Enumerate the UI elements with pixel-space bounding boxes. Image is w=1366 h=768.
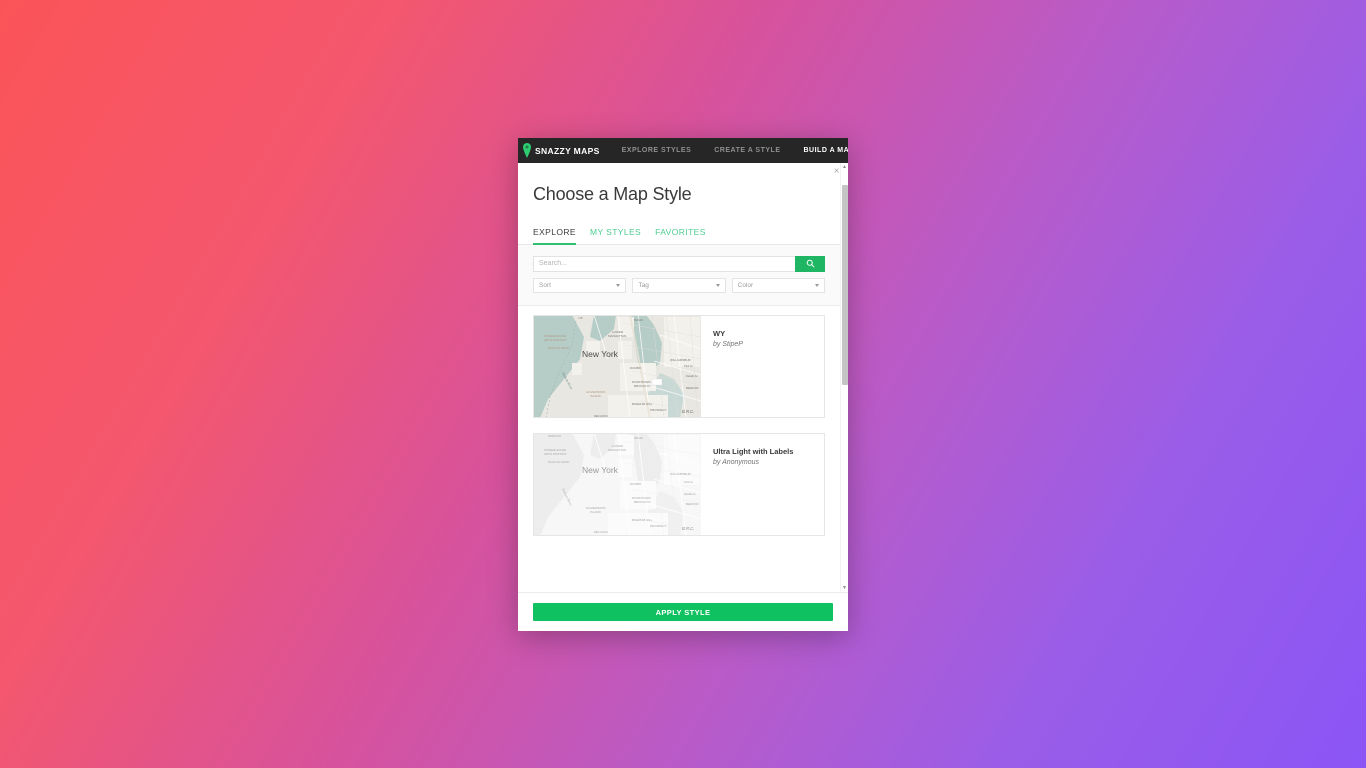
chevron-down-icon bbox=[715, 283, 720, 287]
style-thumbnail: NOHO LOWER MANHATTAN POWERHOUSE ARTS DIS… bbox=[534, 315, 701, 417]
svg-text:DUMBO: DUMBO bbox=[630, 366, 642, 370]
svg-text:PAULUS HOOK: PAULUS HOOK bbox=[548, 346, 569, 350]
svg-text:Park Av: Park Av bbox=[684, 480, 694, 484]
style-thumbnail: NOHO LOWER MANHATTAN POWERHOUSE ARTS DIS… bbox=[534, 433, 701, 535]
color-select[interactable]: Color bbox=[731, 277, 825, 293]
svg-text:Dekalb Av: Dekalb Av bbox=[684, 492, 696, 496]
map-pin-icon bbox=[523, 143, 531, 158]
svg-text:NEWPORT: NEWPORT bbox=[548, 434, 562, 438]
modal-scrollbar[interactable]: ▲ ▼ bbox=[840, 163, 848, 592]
svg-text:Dekalb Av: Dekalb Av bbox=[686, 374, 698, 378]
modal-footer: APPLY STYLE bbox=[518, 591, 848, 631]
svg-text:RED HOOK: RED HOOK bbox=[594, 530, 608, 534]
search-icon bbox=[806, 259, 815, 268]
map-style-modal: SNAZZY MAPS EXPLORE STYLES CREATE A STYL… bbox=[518, 138, 848, 631]
style-author: by StipeP bbox=[713, 340, 743, 348]
svg-text:BROOKLYN: BROOKLYN bbox=[634, 384, 650, 388]
brand-logo[interactable]: SNAZZY MAPS bbox=[523, 143, 600, 158]
nav-build-a-map-label: BUILD A MAP bbox=[803, 147, 849, 154]
svg-text:ISLAND: ISLAND bbox=[590, 394, 602, 398]
sort-select[interactable]: Sort bbox=[533, 277, 627, 293]
color-select-label: Color bbox=[737, 281, 754, 289]
svg-text:BOERUM HILL: BOERUM HILL bbox=[632, 518, 653, 522]
modal-scroll-region: Choose a Map Style × EXPLORE MY STYLES F… bbox=[518, 163, 848, 592]
nav-create-a-style[interactable]: CREATE A STYLE bbox=[714, 147, 780, 154]
style-card[interactable]: NOHO LOWER MANHATTAN POWERHOUSE ARTS DIS… bbox=[533, 432, 825, 536]
page-title: Choose a Map Style bbox=[533, 184, 692, 204]
site-navbar: SNAZZY MAPS EXPLORE STYLES CREATE A STYL… bbox=[518, 138, 848, 163]
svg-text:ARTS DISTRICT: ARTS DISTRICT bbox=[544, 338, 567, 342]
tab-favorites[interactable]: FAVORITES bbox=[655, 227, 706, 244]
svg-text:ARTS DISTRICT: ARTS DISTRICT bbox=[544, 452, 567, 456]
style-card-info: Ultra Light with Labels by Anonymous bbox=[701, 434, 824, 535]
sort-select-label: Sort bbox=[539, 281, 551, 289]
svg-text:New York: New York bbox=[582, 349, 619, 359]
scrollbar-thumb[interactable] bbox=[842, 185, 848, 385]
tag-select-label: Tag bbox=[638, 281, 649, 289]
search-input[interactable] bbox=[533, 255, 795, 272]
svg-text:WILLIAMSBUR: WILLIAMSBUR bbox=[670, 358, 692, 362]
nav-explore-styles[interactable]: EXPLORE STYLES bbox=[622, 147, 692, 154]
svg-text:PAULUS HOOK: PAULUS HOOK bbox=[548, 460, 569, 464]
apply-style-button[interactable]: APPLY STYLE bbox=[533, 603, 833, 621]
tab-explore[interactable]: EXPLORE bbox=[533, 227, 576, 245]
modal-header: Choose a Map Style × bbox=[518, 163, 840, 205]
chevron-down-icon bbox=[814, 283, 819, 287]
svg-text:RED HOOK: RED HOOK bbox=[594, 414, 608, 417]
svg-text:WILLIAMSBUR: WILLIAMSBUR bbox=[670, 472, 692, 476]
style-title: Ultra Light with Labels bbox=[713, 446, 794, 456]
svg-text:BOERUM HILL: BOERUM HILL bbox=[632, 402, 653, 406]
svg-text:ISLAND: ISLAND bbox=[590, 510, 602, 514]
modal-tabs: EXPLORE MY STYLES FAVORITES bbox=[518, 227, 840, 245]
svg-text:DUMBO: DUMBO bbox=[630, 482, 642, 486]
scroll-up-icon[interactable]: ▲ bbox=[841, 163, 848, 171]
chevron-down-icon bbox=[616, 283, 621, 287]
style-card-info: WY by StipeP bbox=[701, 316, 824, 417]
tag-select[interactable]: Tag bbox=[632, 277, 726, 293]
brand-name: SNAZZY MAPS bbox=[535, 145, 600, 156]
svg-text:NOHO: NOHO bbox=[634, 436, 644, 440]
svg-text:PROSPECT: PROSPECT bbox=[650, 408, 667, 412]
svg-text:I-78: I-78 bbox=[578, 316, 583, 320]
style-results-list: NOHO LOWER MANHATTAN POWERHOUSE ARTS DIS… bbox=[518, 306, 840, 592]
svg-text:MANHATTAN: MANHATTAN bbox=[608, 334, 626, 338]
search-button[interactable] bbox=[795, 255, 825, 272]
scroll-down-icon[interactable]: ▼ bbox=[841, 584, 848, 592]
svg-text:B.R.C.: B.R.C. bbox=[682, 409, 694, 414]
svg-text:BEDFOR: BEDFOR bbox=[686, 502, 699, 506]
svg-text:MANHATTAN: MANHATTAN bbox=[608, 448, 626, 452]
nav-build-a-map[interactable]: BUILD A MAP NEW bbox=[804, 146, 849, 155]
filter-selects: Sort Tag Color bbox=[533, 277, 825, 293]
style-card[interactable]: NOHO LOWER MANHATTAN POWERHOUSE ARTS DIS… bbox=[533, 314, 825, 418]
svg-text:B.R.C.: B.R.C. bbox=[682, 526, 694, 531]
style-title: WY bbox=[713, 328, 726, 338]
style-author: by Anonymous bbox=[713, 458, 760, 466]
svg-text:NOHO: NOHO bbox=[634, 318, 644, 322]
svg-text:New York: New York bbox=[582, 465, 619, 475]
svg-text:Park Av: Park Av bbox=[684, 364, 694, 368]
svg-text:PROSPECT: PROSPECT bbox=[650, 524, 667, 528]
search-row bbox=[533, 255, 825, 272]
filter-bar: Sort Tag Color bbox=[518, 244, 840, 306]
modal-body: Choose a Map Style × EXPLORE MY STYLES F… bbox=[518, 163, 848, 592]
tab-my-styles[interactable]: MY STYLES bbox=[590, 227, 641, 244]
svg-text:BEDFOR: BEDFOR bbox=[686, 386, 699, 390]
svg-text:BROOKLYN: BROOKLYN bbox=[634, 500, 650, 504]
